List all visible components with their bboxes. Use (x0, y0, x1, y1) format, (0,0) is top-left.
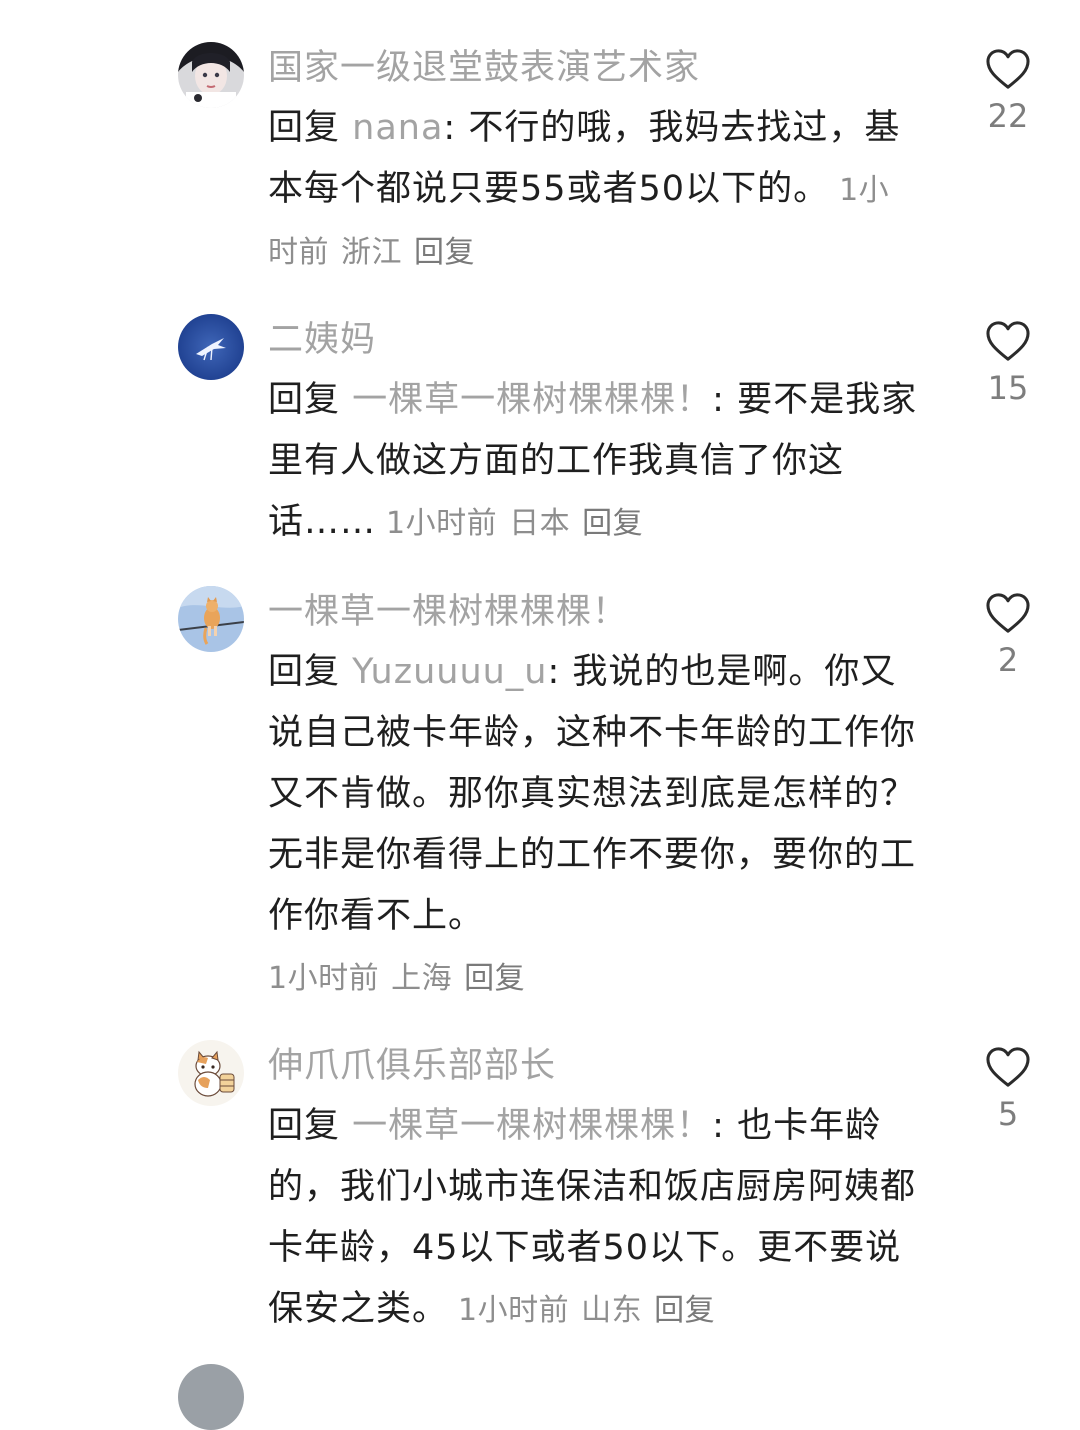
like-count: 5 (997, 1095, 1019, 1133)
reply-to-user[interactable]: 一棵草一棵树棵棵棵！ (352, 1106, 712, 1146)
reply-button[interactable]: 回复 (654, 1293, 715, 1328)
comment-meta: 1小时前 日本 回复 (386, 506, 643, 541)
reply-button[interactable]: 回复 (414, 235, 475, 270)
username[interactable]: 一棵草一棵树棵棵棵！ (268, 590, 628, 634)
like-button[interactable]: 2 (978, 592, 1038, 678)
reply-separator: : (712, 380, 738, 420)
reply-button[interactable]: 回复 (464, 961, 525, 996)
comment-location: 浙江 (341, 235, 402, 270)
reply-prefix: 回复 (268, 108, 341, 148)
reply-to-user[interactable]: 一棵草一棵树棵棵棵！ (352, 380, 712, 420)
comment-meta: 1小时前 山东 回复 (458, 1293, 715, 1328)
comment-time: 1小时前 (458, 1293, 570, 1328)
reply-separator: : (547, 652, 573, 692)
heart-icon (986, 593, 1030, 633)
blue-bird-avatar-icon (178, 314, 244, 380)
comment-location: 上海 (391, 961, 453, 996)
avatar[interactable] (178, 586, 244, 652)
girl-portrait-avatar-icon (178, 42, 244, 108)
reply-button[interactable]: 回复 (582, 506, 643, 541)
avatar[interactable] (178, 314, 244, 380)
comment-time: 1小时前 (268, 961, 380, 996)
cat-on-wire-avatar-icon (178, 586, 244, 652)
comment-body: 回复 nana: 不行的哦，我妈去找过，基本每个都说只要55或者50以下的。 1小… (268, 98, 918, 283)
reply-prefix: 回复 (268, 1106, 341, 1146)
comment-body: 回复 一棵草一棵树棵棵棵！: 要不是我家里有人做这方面的工作我真信了你这话…… 1… (268, 370, 918, 554)
comment-body: 回复 一棵草一棵树棵棵棵！: 也卡年龄的，我们小城市连保洁和饭店厨房阿姨都卡年龄… (268, 1096, 918, 1341)
avatar[interactable] (178, 42, 244, 108)
comment-meta: 1小时前 上海 回复 (268, 961, 525, 996)
comment-time: 1小时前 (386, 506, 498, 541)
heart-icon (986, 49, 1030, 89)
like-button[interactable]: 5 (978, 1046, 1038, 1132)
reply-to-user[interactable]: Yuzuuuu_u (352, 652, 547, 692)
heart-icon (986, 1047, 1030, 1087)
comment-location: 日本 (509, 506, 571, 541)
cartoon-cat-avatar-icon (178, 1040, 244, 1106)
reply-separator: : (712, 1106, 738, 1146)
username[interactable]: 国家一级退堂鼓表演艺术家 (268, 46, 700, 90)
heart-icon (986, 321, 1030, 361)
reply-to-user[interactable]: nana (352, 108, 443, 148)
username[interactable]: 伸爪爪俱乐部部长 (268, 1044, 556, 1088)
reply-separator: : (443, 108, 469, 148)
comment-text: 我说的也是啊。你又说自己被卡年龄，这种不卡年龄的工作你又不肯做。那你真实想法到底… (268, 652, 917, 936)
like-button[interactable]: 15 (978, 320, 1038, 406)
like-button[interactable]: 22 (978, 48, 1038, 134)
reply-prefix: 回复 (268, 652, 341, 692)
like-count: 22 (987, 97, 1029, 135)
avatar[interactable] (178, 1040, 244, 1106)
comment-body: 回复 Yuzuuuu_u: 我说的也是啊。你又说自己被卡年龄，这种不卡年龄的工作… (268, 642, 918, 1009)
like-count: 15 (987, 369, 1029, 407)
comment-location: 山东 (581, 1293, 643, 1328)
like-count: 2 (997, 641, 1019, 679)
reply-prefix: 回复 (268, 380, 341, 420)
username[interactable]: 二姨妈 (268, 318, 376, 362)
